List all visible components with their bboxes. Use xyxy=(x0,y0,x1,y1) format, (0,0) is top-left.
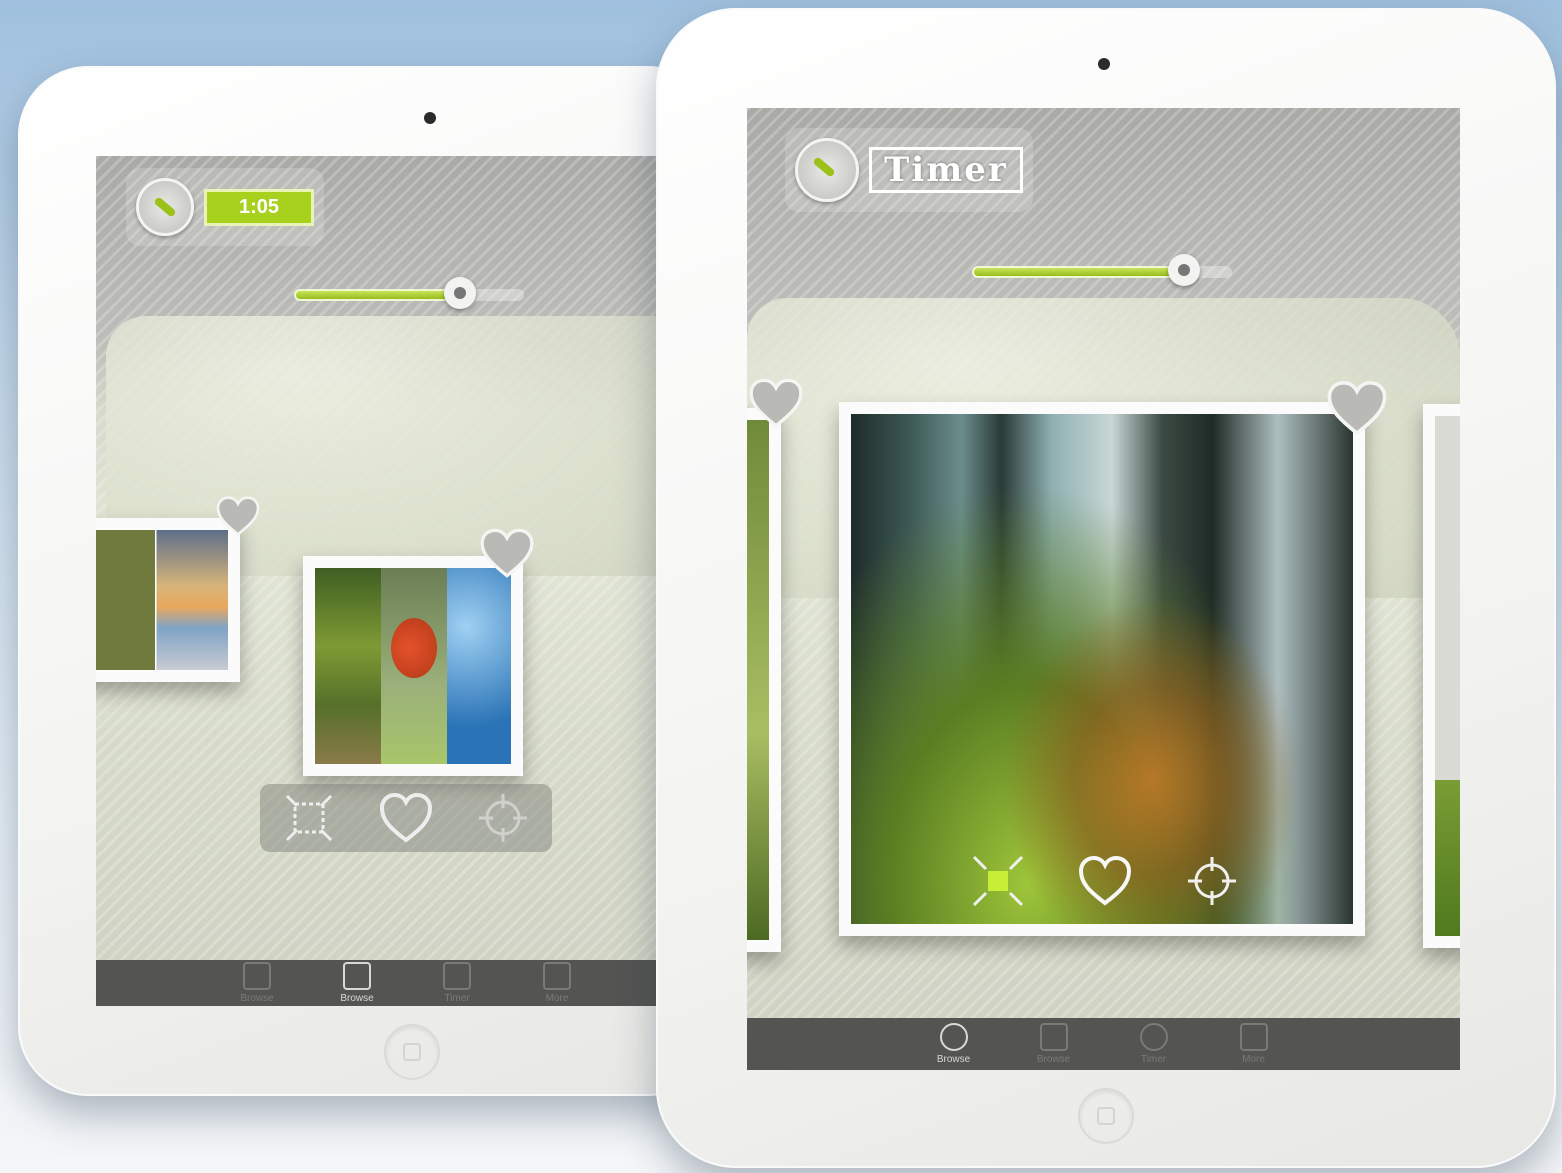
difficulty-slider[interactable] xyxy=(972,254,1232,286)
expand-icon[interactable] xyxy=(278,787,340,849)
slider-knob[interactable] xyxy=(1168,254,1200,286)
grid-icon xyxy=(543,962,571,990)
timer-badge[interactable]: 1:05 xyxy=(126,168,325,246)
tab-bar: Browse Browse Timer More xyxy=(747,1018,1460,1070)
puzzle-icon xyxy=(343,962,371,990)
camera-icon xyxy=(1098,58,1110,70)
puzzle-card-main[interactable] xyxy=(839,402,1365,936)
tab-timer[interactable]: Timer xyxy=(1123,1018,1185,1070)
tab-bar: Browse Browse Timer More xyxy=(96,960,718,1006)
heart-icon[interactable] xyxy=(1074,850,1136,912)
favorite-heart-icon[interactable] xyxy=(1327,380,1387,436)
heart-icon[interactable] xyxy=(375,787,437,849)
front-tablet: Timer Browse Browse Timer More xyxy=(656,8,1556,1168)
puzzle-card-main[interactable] xyxy=(303,556,523,776)
action-bar xyxy=(260,784,552,852)
slider-fill xyxy=(294,289,468,301)
favorite-heart-icon[interactable] xyxy=(749,378,803,428)
clock-icon xyxy=(939,1023,968,1051)
timer-icon xyxy=(1139,1023,1168,1051)
grid-icon xyxy=(1239,1023,1268,1051)
front-screen: Timer Browse Browse Timer More xyxy=(747,108,1460,1070)
tab-timer[interactable]: Timer xyxy=(426,960,488,1006)
puzzle-image xyxy=(747,420,769,940)
tab-browse[interactable]: Browse xyxy=(226,960,288,1006)
clock-icon xyxy=(243,962,271,990)
home-button[interactable] xyxy=(1078,1088,1134,1144)
puzzle-card-small[interactable] xyxy=(96,518,240,682)
timer-label: Timer xyxy=(869,147,1023,193)
tab-more[interactable]: More xyxy=(526,960,588,1006)
timer-badge[interactable]: Timer xyxy=(785,128,1033,212)
puzzle-image xyxy=(96,530,228,670)
camera-icon xyxy=(424,112,436,124)
clock-icon xyxy=(795,138,859,202)
action-bar xyxy=(945,844,1265,918)
difficulty-slider[interactable] xyxy=(294,277,524,309)
back-tablet: 1:05 Browse Browse Timer More xyxy=(18,66,718,1096)
puzzle-image xyxy=(1435,416,1460,936)
puzzle-icon xyxy=(1039,1023,1068,1051)
puzzle-card-right[interactable] xyxy=(1423,404,1460,948)
tab-puzzle[interactable]: Browse xyxy=(326,960,388,1006)
target-icon[interactable] xyxy=(1181,850,1243,912)
back-screen: 1:05 Browse Browse Timer More xyxy=(96,156,718,1006)
clock-icon xyxy=(136,178,194,236)
slider-fill xyxy=(972,266,1190,278)
favorite-heart-icon[interactable] xyxy=(216,496,260,536)
expand-icon[interactable] xyxy=(967,850,1029,912)
tab-browse[interactable]: Browse xyxy=(923,1018,985,1070)
tab-puzzle[interactable]: Browse xyxy=(1023,1018,1085,1070)
puzzle-image xyxy=(315,568,511,764)
favorite-heart-icon[interactable] xyxy=(480,528,534,578)
puzzle-card-left[interactable] xyxy=(747,408,781,952)
tab-more[interactable]: More xyxy=(1223,1018,1285,1070)
timer-icon xyxy=(443,962,471,990)
slider-knob[interactable] xyxy=(444,277,476,309)
target-icon[interactable] xyxy=(472,787,534,849)
puzzle-image xyxy=(851,414,1353,924)
timer-value: 1:05 xyxy=(204,188,315,226)
home-button[interactable] xyxy=(384,1024,440,1080)
